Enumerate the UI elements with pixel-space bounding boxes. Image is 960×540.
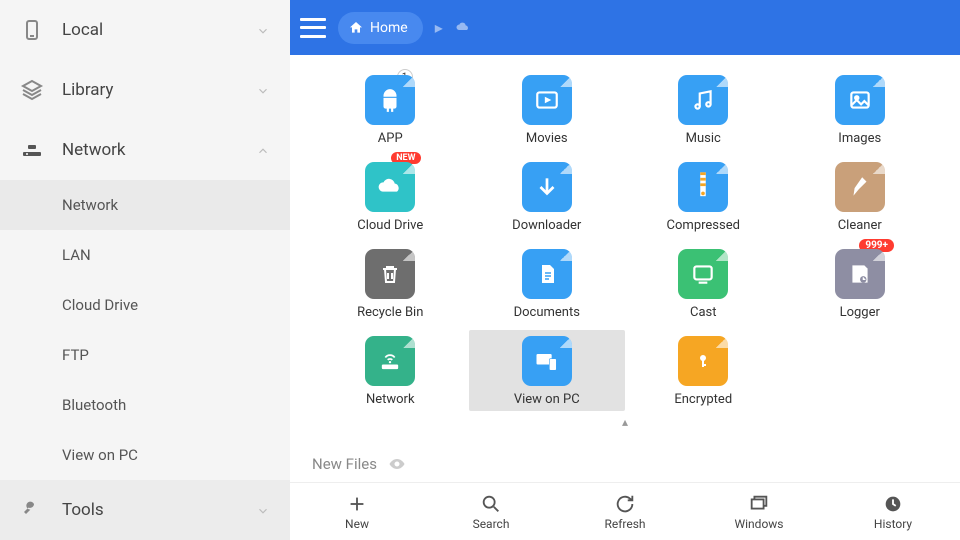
tile-compressed[interactable]: Compressed: [625, 156, 782, 237]
eye-icon: [387, 454, 407, 474]
image-icon: [847, 87, 873, 113]
menu-icon[interactable]: [300, 18, 326, 38]
cloud-icon: [376, 173, 404, 201]
bottom-windows[interactable]: Windows: [692, 483, 826, 540]
tile-downloader[interactable]: Downloader: [469, 156, 626, 237]
sidebar-sub-cloud[interactable]: Cloud Drive: [0, 280, 290, 330]
document-icon: [535, 262, 559, 286]
tile-logger[interactable]: 999+ Logger: [782, 243, 939, 324]
lock-icon: [691, 349, 715, 373]
stack-icon: [20, 78, 44, 102]
sidebar-sub-network[interactable]: Network: [0, 180, 290, 230]
sidebar-item-library[interactable]: Library: [0, 60, 290, 120]
search-icon: [480, 493, 502, 515]
windows-icon: [748, 493, 770, 515]
bottom-new[interactable]: New: [290, 483, 424, 540]
tile-encrypted[interactable]: Encrypted: [625, 330, 782, 411]
sidebar-sub-lan[interactable]: LAN: [0, 230, 290, 280]
music-icon: [690, 87, 716, 113]
tile-network[interactable]: Network: [312, 330, 469, 411]
new-files-heading[interactable]: New Files: [312, 454, 407, 474]
android-icon: [377, 87, 403, 113]
phone-icon: [20, 18, 44, 42]
broom-icon: [847, 174, 873, 200]
sidebar-sub-bluetooth[interactable]: Bluetooth: [0, 380, 290, 430]
tile-images[interactable]: Images: [782, 69, 939, 150]
plus-icon: [346, 493, 368, 515]
home-breadcrumb[interactable]: Home: [338, 12, 423, 44]
bottom-refresh[interactable]: Refresh: [558, 483, 692, 540]
home-grid: 1 APP Movies Music Images NEW Cloud Driv…: [312, 69, 938, 411]
main: Home ▸ 1 APP Movies Music Images: [290, 0, 960, 540]
tile-app[interactable]: 1 APP: [312, 69, 469, 150]
sidebar-item-local[interactable]: Local: [0, 0, 290, 60]
topbar: Home ▸: [290, 0, 960, 55]
bottom-search[interactable]: Search: [424, 483, 558, 540]
log-icon: [847, 261, 873, 287]
tile-music[interactable]: Music: [625, 69, 782, 150]
trash-icon: [378, 262, 402, 286]
tile-documents[interactable]: Documents: [469, 243, 626, 324]
sidebar-label: Tools: [62, 500, 256, 520]
bottom-history[interactable]: History: [826, 483, 960, 540]
tile-cast[interactable]: Cast: [625, 243, 782, 324]
home-icon: [348, 20, 364, 36]
wrench-icon: [20, 498, 44, 522]
pc-phone-icon: [533, 347, 561, 375]
chevron-down-icon: [256, 83, 270, 97]
tile-cloud[interactable]: NEW Cloud Drive: [312, 156, 469, 237]
tile-movies[interactable]: Movies: [469, 69, 626, 150]
cloud-icon: [455, 20, 471, 36]
refresh-icon: [614, 493, 636, 515]
cast-icon: [690, 261, 716, 287]
chevron-down-icon: [256, 503, 270, 517]
grid-area: 1 APP Movies Music Images NEW Cloud Driv…: [290, 55, 960, 482]
tile-viewpc[interactable]: View on PC: [469, 330, 626, 411]
zip-icon: [692, 172, 714, 202]
tile-recycle[interactable]: Recycle Bin: [312, 243, 469, 324]
bottombar: New Search Refresh Windows History: [290, 482, 960, 540]
collapse-caret-icon[interactable]: ▴: [312, 415, 938, 429]
network-icon: [20, 138, 44, 162]
clock-icon: [882, 493, 904, 515]
sidebar-item-tools[interactable]: Tools: [0, 480, 290, 540]
sidebar-sub-ftp[interactable]: FTP: [0, 330, 290, 380]
router-icon: [376, 347, 404, 375]
sidebar-label: Local: [62, 20, 256, 40]
breadcrumb-sep-icon: ▸: [435, 18, 443, 37]
download-icon: [534, 174, 560, 200]
sidebar-sub-viewpc[interactable]: View on PC: [0, 430, 290, 480]
chevron-up-icon: [256, 143, 270, 157]
sidebar-label: Library: [62, 80, 256, 100]
sidebar-label: Network: [62, 140, 256, 160]
sidebar-item-network[interactable]: Network: [0, 120, 290, 180]
play-icon: [534, 87, 560, 113]
sidebar: Local Library Network Network LAN Cloud …: [0, 0, 290, 540]
tile-cleaner[interactable]: Cleaner: [782, 156, 939, 237]
chevron-down-icon: [256, 23, 270, 37]
